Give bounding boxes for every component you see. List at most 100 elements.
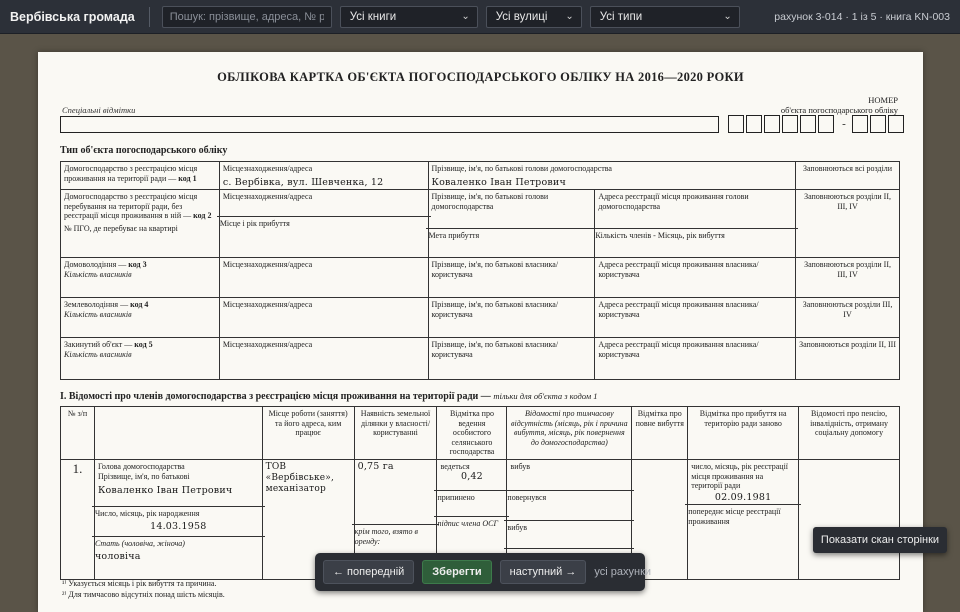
field-label: Адреса реєстрації місця проживання голов… xyxy=(598,192,749,211)
field-label: Місцезнаходження/адреса xyxy=(222,164,313,173)
divider xyxy=(148,6,150,27)
top-bar: Вербівська громада Усі книги ⌄ Усі вулиц… xyxy=(0,0,960,34)
special-marks-label: Спеціальні відмітки xyxy=(62,105,136,115)
number-cell[interactable] xyxy=(728,115,744,133)
type-label: Домогосподарство з реєстрацією місця пер… xyxy=(64,192,198,220)
col-header: № з/п xyxy=(60,406,95,460)
chevron-down-icon: ⌄ xyxy=(723,11,732,22)
field-label: Стать (чоловіча, жіноча) xyxy=(94,539,185,548)
owners-count-label: Кількість власників xyxy=(64,309,132,319)
owner-name-cell[interactable]: Прізвище, ім'я, по батькові власника/ ко… xyxy=(427,257,596,298)
col-header: Відомості про пенсію, інвалідність, отри… xyxy=(798,406,900,460)
nomer-title: НОМЕР xyxy=(868,95,898,105)
member-land-value: 0,75 га xyxy=(357,461,394,472)
col-header: Наявність земельної ділянки у власності/… xyxy=(353,406,438,460)
number-cell[interactable] xyxy=(782,115,798,133)
fill-note: Заповнюються всі розділи xyxy=(795,161,900,190)
books-select-value: Усі книги xyxy=(349,10,397,23)
next-button[interactable]: наступний → xyxy=(499,560,587,584)
brand-title: Вербівська громада xyxy=(10,9,135,24)
head-address-cell[interactable]: Адреса реєстрації місця проживання голов… xyxy=(592,189,799,258)
special-marks-field[interactable] xyxy=(60,116,719,133)
field-label: вибув xyxy=(504,520,635,548)
type-code: код 4 xyxy=(130,300,149,309)
types-select-value: Усі типи xyxy=(599,10,643,23)
field-label: крім того, взято в оренду: xyxy=(351,524,440,548)
fill-note: Заповнюються розділи III, IV xyxy=(795,297,900,338)
number-cell[interactable] xyxy=(746,115,762,133)
table-row: Домоволодіння — код 3 Кількість власників… xyxy=(60,257,900,298)
show-scan-button[interactable]: Показати скан сторінки xyxy=(813,527,947,553)
owner-address-cell[interactable]: Адреса реєстрації місця проживання власн… xyxy=(594,257,797,298)
number-cell[interactable] xyxy=(764,115,780,133)
all-records-link[interactable]: усі рахунки xyxy=(594,566,651,578)
fill-note: Заповнюються розділи II, III, IV xyxy=(795,257,900,298)
household-head-value: Коваленко Іван Петрович xyxy=(431,176,566,188)
address-cell[interactable]: Місцезнаходження/адреса xyxy=(218,337,429,380)
field-label: Число, місяць, рік народження xyxy=(94,509,200,518)
types-select[interactable]: Усі типи ⌄ xyxy=(589,5,740,28)
type-code: код 5 xyxy=(134,340,153,349)
head-name-cell[interactable]: Прізвище, ім'я, по батькові голови домог… xyxy=(427,161,797,190)
field-label: Мета прибуття xyxy=(425,228,598,243)
field-label: попереднє місце реєстрації проживання xyxy=(685,504,802,528)
object-type-table: Домогосподарство з реєстрацією місця про… xyxy=(60,161,900,380)
object-number-cells[interactable]: - xyxy=(728,115,906,133)
table-row: Землеволодіння — код 4 Кількість власникі… xyxy=(60,297,900,338)
type-code: код 1 xyxy=(178,173,197,183)
books-select[interactable]: Усі книги ⌄ xyxy=(339,5,478,28)
field-label: Прізвище, ім'я, по батькові голови домог… xyxy=(431,192,549,211)
address-cell[interactable]: Місцезнаходження/адреса с. Вербівка, вул.… xyxy=(218,161,429,190)
owner-name-cell[interactable]: Прізвище, ім'я, по батькові власника/ ко… xyxy=(427,297,596,338)
type-cell-code4: Землеволодіння — код 4 Кількість власникі… xyxy=(60,297,220,338)
object-number-label: НОМЕР об'єкта погосподарського обліку xyxy=(738,95,898,115)
number-cell[interactable] xyxy=(888,115,904,133)
field-label: вибув xyxy=(510,462,531,471)
streets-select[interactable]: Усі вулиці ⌄ xyxy=(485,5,582,28)
type-code: код 2 xyxy=(193,211,212,220)
col-header: Відмітка про ведення особистого селянськ… xyxy=(436,406,508,460)
head-name-cell[interactable]: Прізвище, ім'я, по батькові голови домог… xyxy=(425,189,598,258)
owner-address-cell[interactable]: Адреса реєстрації місця проживання власн… xyxy=(594,337,797,380)
table-row: Закинутий об'єкт — код 5 Кількість власни… xyxy=(60,337,900,380)
type-label: Домоволодіння — xyxy=(64,260,127,269)
member-role: Голова домогосподарства xyxy=(97,462,185,471)
field-label: Місцезнаходження/адреса xyxy=(222,192,313,201)
field-label: повернувся xyxy=(504,490,635,520)
pgo-number-label: № ПГО, де перебуває на квартирі xyxy=(64,223,178,233)
number-cell[interactable] xyxy=(800,115,816,133)
member-arrival-cell[interactable]: число, місяць, рік реєстрації місця прож… xyxy=(685,459,802,580)
section-1-heading: І. Відомості про членів домогосподарства… xyxy=(60,391,598,402)
address-cell[interactable]: Місцезнаходження/адреса Місце і рік приб… xyxy=(216,189,431,258)
owner-name-cell[interactable]: Прізвище, ім'я, по батькові власника/ ко… xyxy=(427,337,596,380)
type-label: Землеволодіння — xyxy=(64,300,129,309)
member-identity-cell[interactable]: Голова домогосподарства Прізвище, ім'я, … xyxy=(91,459,265,580)
number-cell[interactable] xyxy=(818,115,834,133)
fill-note: Заповнюються розділи II, III, IV xyxy=(795,189,900,258)
number-cell[interactable] xyxy=(870,115,886,133)
footnote: ²⁾ Для тимчасово відсутніх понад шість м… xyxy=(62,590,225,599)
prev-button[interactable]: ← попередній xyxy=(323,560,415,584)
type-cell-code5: Закинутий об'єкт — код 5 Кількість власни… xyxy=(60,337,220,380)
table-row: Домогосподарство з реєстрацією місця про… xyxy=(60,161,900,190)
number-cell[interactable] xyxy=(852,115,868,133)
table-row: Домогосподарство з реєстрацією місця пер… xyxy=(60,189,900,258)
address-cell[interactable]: Місцезнаходження/адреса xyxy=(218,297,429,338)
col-header: Відомості про тимчасову відсутність (міс… xyxy=(506,406,633,460)
record-info: рахунок 3-014 · 1 із 5 · книга KN-003 xyxy=(774,10,950,23)
type-cell-code3: Домоволодіння — код 3 Кількість власників xyxy=(60,257,220,298)
section-1-title: І. Відомості про членів домогосподарства… xyxy=(60,391,491,402)
member-pension-cell[interactable] xyxy=(798,459,900,580)
search-input[interactable] xyxy=(161,5,332,28)
owner-address-cell[interactable]: Адреса реєстрації місця проживання власн… xyxy=(594,297,797,338)
field-label: Кількість членів - Місяць, рік вибуття xyxy=(592,228,799,243)
section-1-note: тільки для об'єкта з кодом 1 xyxy=(493,391,598,401)
owners-count-label: Кількість власників xyxy=(64,349,132,359)
address-cell[interactable]: Місцезнаходження/адреса xyxy=(218,257,429,298)
chevron-down-icon: ⌄ xyxy=(565,11,574,22)
save-button[interactable]: Зберегти xyxy=(422,560,492,584)
type-code: код 3 xyxy=(128,260,147,269)
member-arrival-value: 02.09.1981 xyxy=(714,491,772,503)
member-sex-value: чоловіча xyxy=(94,550,141,562)
member-name-value: Коваленко Іван Петрович xyxy=(97,485,233,496)
